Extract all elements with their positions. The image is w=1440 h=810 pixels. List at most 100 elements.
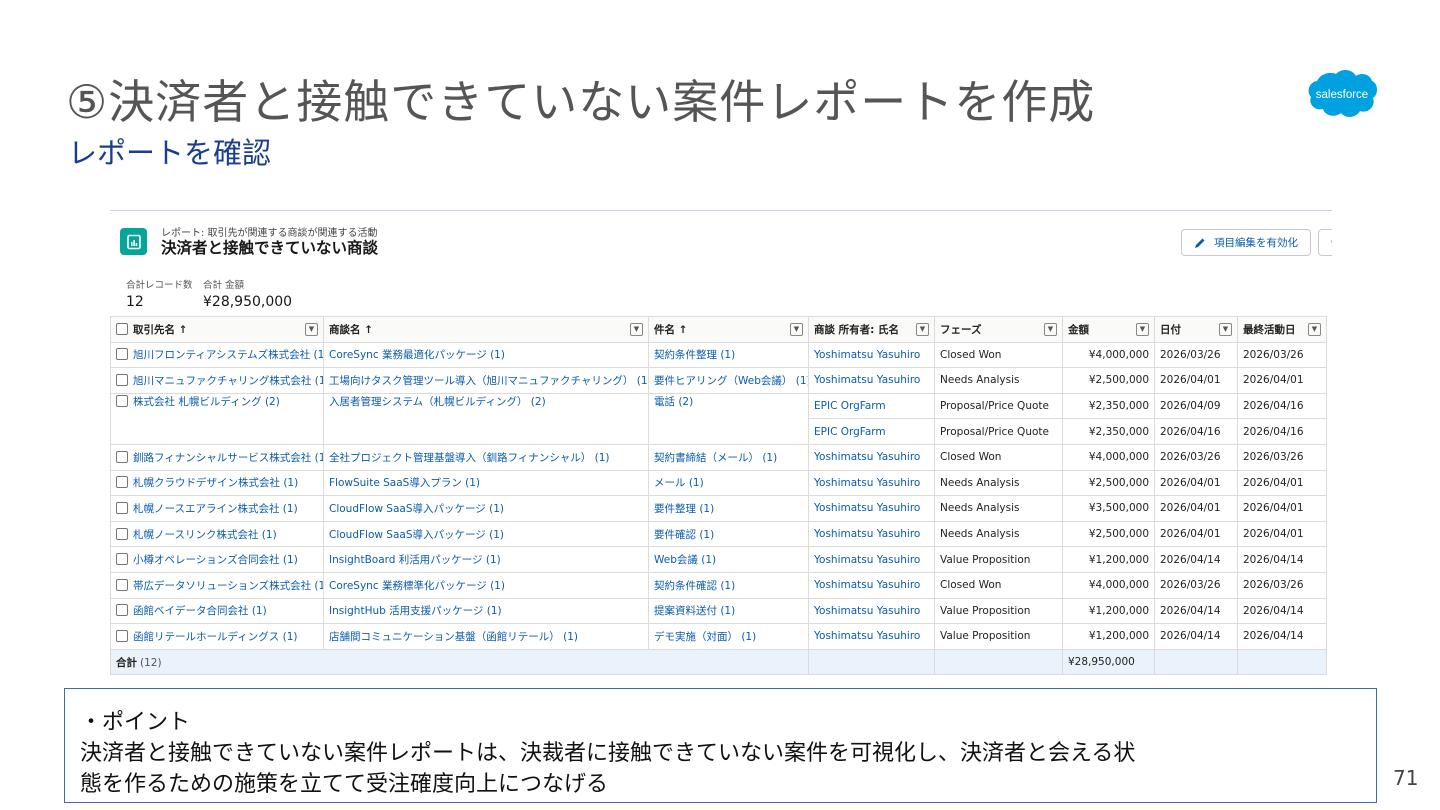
table-cell: Yoshimatsu Yasuhiro [808,520,935,548]
subject-link[interactable]: 要件ヒアリング（Web会議） (1) [654,375,808,387]
column-header[interactable]: 最終活動日 ▼ [1237,316,1327,343]
opportunity-link[interactable]: CloudFlow SaaS導入パッケージ (1) [329,529,504,541]
table-cell: CoreSync 業務標準化パッケージ (1) [323,571,649,599]
owner-link[interactable]: EPIC OrgFarm [814,400,886,412]
table-cell: Needs Analysis [934,469,1063,497]
owner-link[interactable]: Yoshimatsu Yasuhiro [814,502,920,514]
row-checkbox[interactable] [116,394,128,407]
owner-link[interactable]: Yoshimatsu Yasuhiro [814,477,920,489]
subject-link[interactable]: 契約条件確認 (1) [654,580,735,592]
date-value: 2026/04/01 [1160,374,1221,387]
owner-link[interactable]: EPIC OrgFarm [814,426,886,438]
account-link[interactable]: 札幌クラウドデザイン株式会社 (1) [133,477,298,489]
row-checkbox[interactable] [116,553,128,566]
more-actions-button[interactable]: C [1318,229,1332,256]
account-link[interactable]: 小樽オペレーションズ合同会社 (1) [133,554,298,566]
pencil-icon [1195,238,1205,248]
table-cell: ¥3,500,000 [1062,495,1155,522]
column-menu-icon[interactable]: ▼ [916,322,929,336]
subject-link[interactable]: 契約条件整理 (1) [654,349,735,361]
owner-link[interactable]: Yoshimatsu Yasuhiro [814,605,920,617]
opportunity-link[interactable]: CoreSync 業務標準化パッケージ (1) [329,580,505,592]
table-cell: Yoshimatsu Yasuhiro [808,597,935,625]
account-link[interactable]: 釧路フィナンシャルサービス株式会社 (1) [133,452,323,464]
row-checkbox[interactable] [116,373,128,386]
column-header[interactable]: 商談名 ↑ ▼ [323,316,649,343]
row-checkbox[interactable] [116,604,128,617]
owner-link[interactable]: Yoshimatsu Yasuhiro [814,630,920,642]
subject-link[interactable]: メール (1) [654,477,704,489]
row-checkbox[interactable] [116,501,128,514]
slide-subtitle: レポートを確認 [68,136,272,170]
subject-link[interactable]: Web会議 (1) [654,554,716,566]
column-menu-icon[interactable]: ▼ [1044,322,1057,336]
column-menu-icon[interactable]: ▼ [630,322,643,336]
amount-value: ¥2,500,000 [1088,476,1149,489]
column-menu-icon[interactable]: ▼ [1219,322,1232,336]
account-link[interactable]: 函館ベイデータ合同会社 (1) [133,605,267,617]
last-activity-value: 2026/04/01 [1243,502,1304,515]
subject-link[interactable]: 電話 (2) [654,396,693,408]
opportunity-link[interactable]: 工場向けタスク管理ツール導入（旭川マニュファクチャリング） (1) [329,375,648,387]
table-row: 旭川マニュファクチャリング株式会社 (1) 工場向けタスク管理ツール導入（旭川マニ… [110,367,1327,394]
table-row: 釧路フィナンシャルサービス株式会社 (1) 全社プロジェクト管理基盤導入（釧路フィ… [110,443,1327,471]
column-header[interactable]: 件名 ↑ ▼ [648,316,809,343]
column-header-label: 最終活動日 [1243,323,1296,336]
row-checkbox[interactable] [116,527,128,540]
account-link[interactable]: 帯広データソリューションズ株式会社 (1) [133,580,323,592]
subject-link[interactable]: 提案資料送付 (1) [654,605,735,617]
account-link[interactable]: 旭川マニュファクチャリング株式会社 (1) [133,375,323,387]
opportunity-link[interactable]: CoreSync 業務最適化パッケージ (1) [329,349,505,361]
owner-link[interactable]: Yoshimatsu Yasuhiro [814,451,920,463]
owner-link[interactable]: Yoshimatsu Yasuhiro [814,528,920,540]
subject-link[interactable]: 契約書締結（メール） (1) [654,452,777,464]
column-header[interactable]: 金額 ▼ [1062,316,1155,343]
opportunity-link[interactable]: 全社プロジェクト管理基盤導入（釧路フィナンシャル） (1) [329,452,610,464]
phase-value: Value Proposition [940,553,1031,566]
account-link[interactable]: 札幌ノースリンク株式会社 (1) [133,529,277,541]
date-value: 2026/04/01 [1160,528,1221,541]
total-cell [808,648,935,676]
row-checkbox[interactable] [116,450,128,463]
column-header[interactable]: フェーズ ▼ [934,316,1063,343]
opportunity-link[interactable]: CloudFlow SaaS導入パッケージ (1) [329,503,504,515]
table-cell: Yoshimatsu Yasuhiro [808,546,935,573]
account-link[interactable]: 株式会社 札幌ビルディング (2) [133,396,280,408]
enable-field-edit-button[interactable]: 項目編集を有効化 [1181,229,1311,256]
owner-link[interactable]: Yoshimatsu Yasuhiro [814,349,920,361]
owner-link[interactable]: Yoshimatsu Yasuhiro [814,374,920,386]
account-link[interactable]: 函館リテールホールディングス (1) [133,631,297,643]
subject-link[interactable]: デモ実施（対面） (1) [654,631,756,643]
opportunity-link[interactable]: FlowSuite SaaS導入プラン (1) [329,477,480,489]
table-cell: ¥2,500,000 [1062,469,1155,497]
column-menu-icon[interactable]: ▼ [1308,322,1321,336]
table-cell: ¥2,500,000 [1062,367,1155,394]
column-menu-icon[interactable]: ▼ [305,322,318,336]
phase-value: Closed Won [940,579,1002,592]
report-title: 決済者と接触できていない商談 [161,239,379,257]
opportunity-link[interactable]: 入居者管理システム（札幌ビルディング） (2) [329,396,546,408]
row-checkbox[interactable] [116,578,128,591]
select-all-checkbox[interactable] [116,322,128,335]
table-cell: Yoshimatsu Yasuhiro [808,367,935,394]
point-line-2: 態を作るための施策を立てて受注確度向上につなげる [80,772,609,797]
opportunity-link[interactable]: InsightHub 活用支援パッケージ (1) [329,605,502,617]
column-menu-icon[interactable]: ▼ [790,322,803,336]
subject-link[interactable]: 要件整理 (1) [654,503,714,515]
row-checkbox[interactable] [116,348,128,361]
account-link[interactable]: 札幌ノースエアライン株式会社 (1) [133,503,298,515]
report-panel: レポート: 取引先が関連する商談が関連する活動 決済者と接触できていない商談 項… [110,210,1332,680]
table-cell: 契約条件確認 (1) [648,571,809,599]
column-header[interactable]: 日付 ▼ [1154,316,1238,343]
row-checkbox[interactable] [116,629,128,642]
owner-link[interactable]: Yoshimatsu Yasuhiro [814,579,920,591]
row-checkbox[interactable] [116,476,128,489]
opportunity-link[interactable]: 店舗間コミュニケーション基盤（函館リテール） (1) [329,631,578,643]
account-link[interactable]: 旭川フロンティアシステムズ株式会社 (1) [133,349,323,361]
owner-link[interactable]: Yoshimatsu Yasuhiro [814,554,920,566]
column-header[interactable]: 商談 所有者: 氏名 ▼ [808,316,935,343]
subject-link[interactable]: 要件確認 (1) [654,529,714,541]
column-header[interactable]: 取引先名 ↑ ▼ [110,316,324,343]
column-menu-icon[interactable]: ▼ [1136,322,1149,336]
opportunity-link[interactable]: InsightBoard 利活用パッケージ (1) [329,554,501,566]
